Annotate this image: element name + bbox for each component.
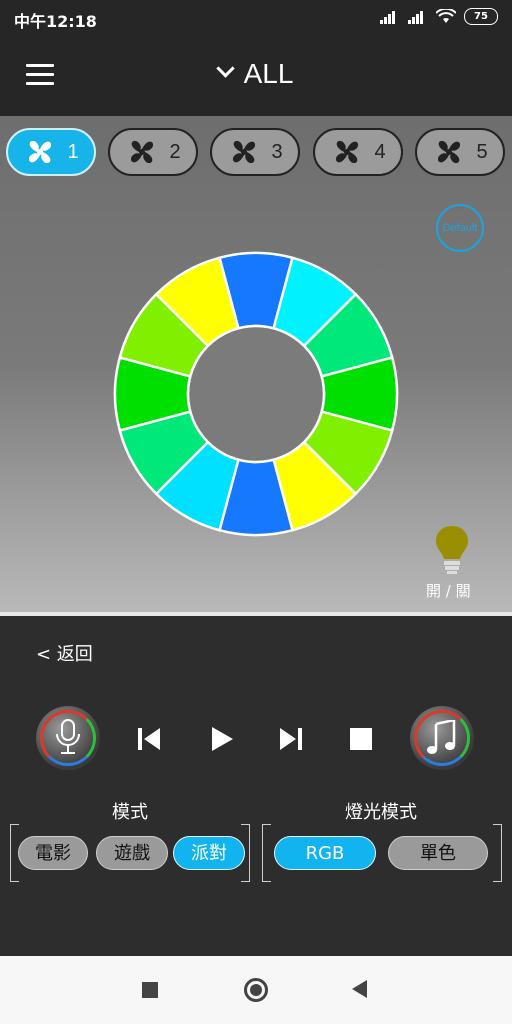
status-icons: 75 [380,8,498,25]
chevron-down-icon [215,59,235,78]
color-ring[interactable] [110,248,402,540]
mode-party-button[interactable]: 派對 [173,836,245,870]
music-note-icon [427,720,456,754]
fan-label: 3 [271,140,283,163]
fan-icon [336,140,359,164]
wifi-icon [436,9,456,23]
fan-icon [233,140,256,164]
group-selector[interactable]: ALL [0,58,512,90]
mode-game-button[interactable]: 遊戲 [96,836,168,870]
fan-icon [29,140,52,164]
fan-selector: 1 2 3 4 5 [0,128,512,178]
battery-indicator: 75 [464,8,498,25]
light-mode-rgb-button[interactable]: RGB [274,836,376,870]
signal-icon [408,10,423,24]
signal-icon [380,10,395,24]
status-bar: 中午12:18 75 [0,0,512,36]
fan-button-3[interactable]: 3 [210,128,300,176]
fan-button-4[interactable]: 4 [313,128,403,176]
fan-label: 5 [476,140,488,163]
status-time: 中午12:18 [14,12,97,31]
stop-icon[interactable] [346,724,376,754]
microphone-icon [56,719,80,754]
fan-label: 4 [374,140,386,163]
system-nav-bar [0,956,512,1024]
light-mode-single-button[interactable]: 單色 [388,836,488,870]
fan-button-1[interactable]: 1 [6,128,96,176]
main-area: 1 2 3 4 5 Default 開 / 關 [0,116,512,612]
mode-movie-button[interactable]: 電影 [18,836,88,870]
play-icon[interactable] [206,724,236,754]
back-button[interactable]: < 返回 [36,640,93,666]
microphone-button[interactable] [36,706,100,770]
light-toggle-label[interactable]: 開 / 關 [426,580,471,601]
next-icon[interactable] [276,724,306,754]
page-title: ALL [243,58,294,89]
previous-icon[interactable] [134,724,164,754]
bulb-icon[interactable] [434,524,470,576]
fan-label: 2 [169,140,181,163]
ring-center [186,324,326,464]
control-panel: < 返回 模式 燈光模式 電影 遊戲 派對 RGB 單色 [0,616,512,956]
music-button[interactable] [410,706,474,770]
media-controls [0,706,512,776]
recents-icon[interactable] [142,982,158,998]
mode-label: 模式 [112,802,148,823]
back-icon[interactable] [352,980,367,998]
fan-icon [131,140,154,164]
fan-button-2[interactable]: 2 [108,128,198,176]
top-bar: ALL [0,36,512,116]
light-mode-label: 燈光模式 [345,802,417,823]
fan-button-5[interactable]: 5 [415,128,505,176]
default-button[interactable]: Default [436,204,484,252]
fan-icon [438,140,461,164]
home-icon[interactable] [244,978,268,1002]
fan-label: 1 [67,140,79,163]
